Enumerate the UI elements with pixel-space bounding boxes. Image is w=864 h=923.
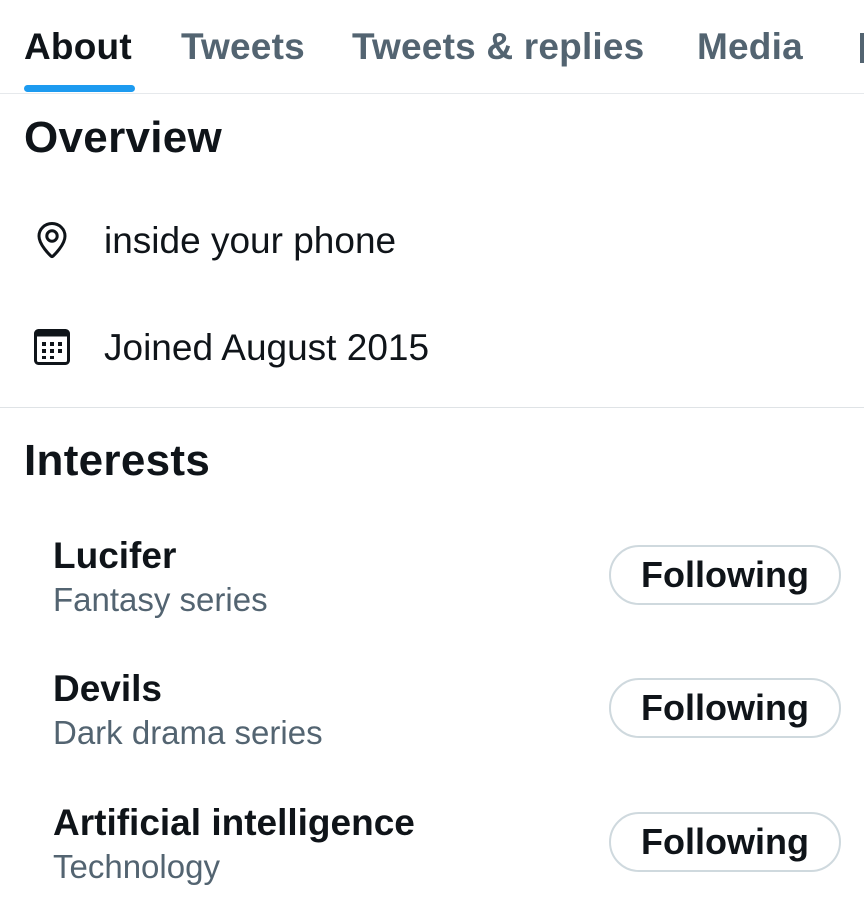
interest-category: Technology: [53, 848, 220, 885]
interest-category: Dark drama series: [53, 714, 323, 751]
active-tab-indicator: [24, 85, 135, 92]
joined-date-text: Joined August 2015: [104, 327, 430, 368]
section-divider: [0, 407, 864, 408]
following-button[interactable]: Following: [609, 812, 841, 872]
location-row: inside your phone: [0, 210, 864, 270]
location-pin-icon: [37, 221, 67, 259]
calendar-icon: [34, 329, 70, 365]
interest-item[interactable]: Lucifer Fantasy series Following: [0, 535, 864, 635]
location-text: inside your phone: [104, 220, 397, 261]
interest-item[interactable]: Devils Dark drama series Following: [0, 668, 864, 768]
tab-tweets-and-replies[interactable]: Tweets & replies: [352, 26, 644, 70]
interest-category: Fantasy series: [53, 581, 268, 618]
interest-title: Lucifer: [53, 535, 177, 576]
tab-media[interactable]: Media: [697, 26, 803, 70]
tab-overflow-edge: [860, 33, 864, 63]
profile-about-page: About Tweets Tweets & replies Media Over…: [0, 0, 864, 923]
overview-heading: Overview: [24, 113, 223, 162]
following-button[interactable]: Following: [609, 545, 841, 605]
following-button[interactable]: Following: [609, 678, 841, 738]
interest-title: Artificial intelligence: [53, 802, 415, 843]
profile-tab-bar: About Tweets Tweets & replies Media: [0, 0, 864, 94]
tab-tweets[interactable]: Tweets: [181, 26, 305, 70]
tab-about[interactable]: About: [24, 26, 132, 70]
interest-title: Devils: [53, 668, 163, 709]
interest-item[interactable]: Artificial intelligence Technology Follo…: [0, 802, 864, 902]
joined-row: Joined August 2015: [0, 317, 864, 377]
interests-heading: Interests: [24, 436, 211, 485]
